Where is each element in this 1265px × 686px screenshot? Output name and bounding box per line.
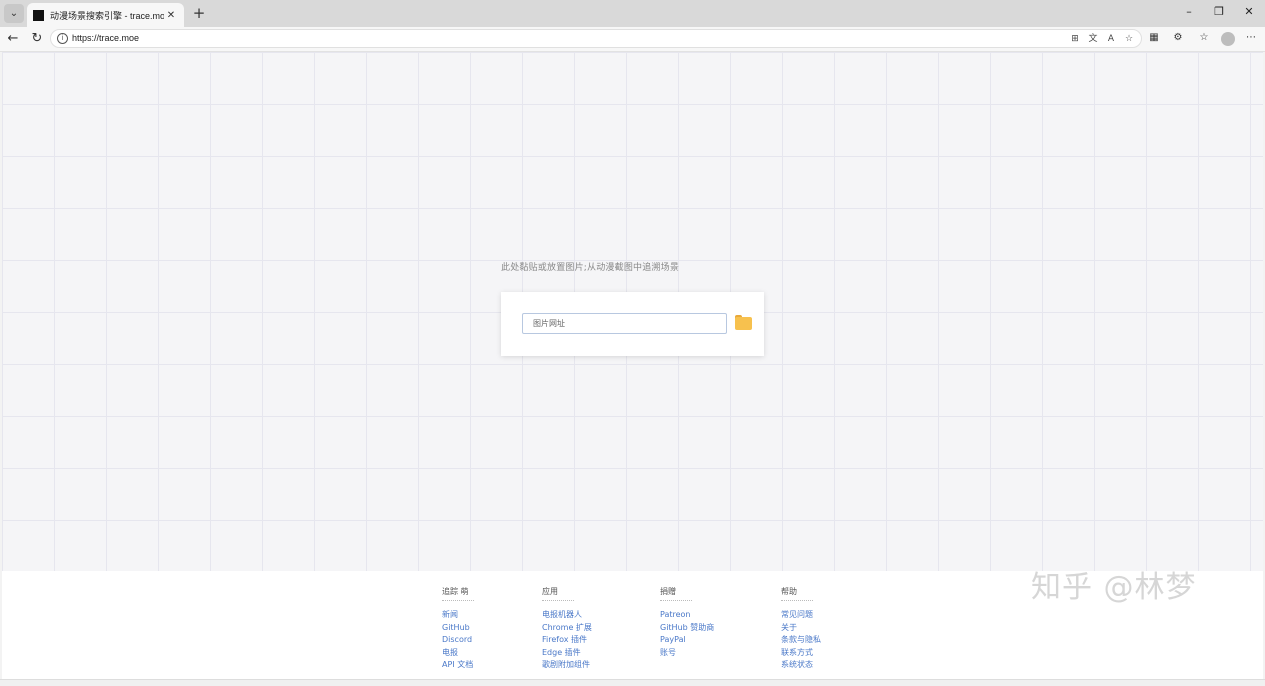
footer-link[interactable]: 新闻 xyxy=(442,609,474,622)
title-bar: ⌄ 动漫场景搜索引擎 - trace.moe ✕ + – ❐ ✕ xyxy=(0,0,1265,27)
search-card xyxy=(501,292,764,356)
back-button[interactable]: ← xyxy=(4,30,22,48)
image-url-input[interactable] xyxy=(522,313,727,334)
new-tab-button[interactable]: + xyxy=(190,4,208,22)
footer-link[interactable]: 系统状态 xyxy=(781,659,821,672)
profile-avatar[interactable] xyxy=(1221,32,1235,46)
footer-column-apps: 应用 电报机器人 Chrome 扩展 Firefox 插件 Edge 插件 歌剧… xyxy=(542,579,592,672)
footer-link[interactable]: 联系方式 xyxy=(781,647,821,660)
close-window-button[interactable]: ✕ xyxy=(1241,5,1257,18)
maximize-button[interactable]: ❐ xyxy=(1211,5,1227,18)
tab-actions-menu-button[interactable]: ⌄ xyxy=(4,4,24,23)
footer-column-donate: 捐赠 Patreon GitHub 赞助商 PayPal 账号 xyxy=(660,579,714,659)
footer-link[interactable]: Chrome 扩展 xyxy=(542,622,592,635)
trace-moe-favicon-icon xyxy=(33,9,44,21)
arrow-left-icon: ← xyxy=(7,31,19,46)
app-available-icon[interactable]: ⊞ xyxy=(1068,33,1082,46)
more-options-icon[interactable]: ⋯ xyxy=(1243,30,1259,45)
zhihu-watermark: 知乎 @林梦 xyxy=(1031,570,1197,605)
site-info-icon[interactable]: i xyxy=(57,33,68,44)
navigation-bar: ← ↻ i https://trace.moe ⊞ 文 A ☆ ▦ ⚙ ☆ ⋯ xyxy=(0,27,1265,52)
footer-column-title: 追踪 萌 xyxy=(442,586,474,601)
chevron-down-icon: ⌄ xyxy=(9,8,19,19)
favorites-icon[interactable]: ☆ xyxy=(1196,30,1212,45)
footer-link[interactable]: API 文档 xyxy=(442,659,474,672)
tab-trace-moe[interactable]: 动漫场景搜索引擎 - trace.moe ✕ xyxy=(27,3,184,27)
footer-link[interactable]: Edge 插件 xyxy=(542,647,592,660)
favorite-star-icon[interactable]: ☆ xyxy=(1122,33,1136,46)
refresh-button[interactable]: ↻ xyxy=(28,30,46,48)
minimize-button[interactable]: – xyxy=(1181,5,1197,18)
footer-link[interactable]: 关于 xyxy=(781,622,821,635)
footer-link[interactable]: GitHub xyxy=(442,622,474,635)
footer-link[interactable]: 条款与隐私 xyxy=(781,634,821,647)
folder-icon[interactable] xyxy=(735,315,752,330)
footer-link[interactable]: Discord xyxy=(442,634,474,647)
footer-link[interactable]: GitHub 赞助商 xyxy=(660,622,714,635)
footer-link[interactable]: 电报 xyxy=(442,647,474,660)
address-bar[interactable]: i https://trace.moe ⊞ 文 A ☆ xyxy=(50,29,1142,48)
footer-column-help: 帮助 常见问题 关于 条款与隐私 联系方式 系统状态 xyxy=(781,579,821,672)
footer-link[interactable]: Firefox 插件 xyxy=(542,634,592,647)
read-aloud-icon[interactable]: A xyxy=(1104,33,1118,46)
footer-column-title: 帮助 xyxy=(781,586,813,601)
footer-column-title: 应用 xyxy=(542,586,574,601)
extensions-puzzle-icon[interactable]: ⚙ xyxy=(1170,30,1186,45)
footer-column-title: 捐赠 xyxy=(660,586,692,601)
translate-icon[interactable]: 文 xyxy=(1086,33,1100,46)
footer-link[interactable]: 常见问题 xyxy=(781,609,821,622)
plus-icon: + xyxy=(192,4,206,22)
address-url: https://trace.moe xyxy=(72,33,140,43)
tab-title: 动漫场景搜索引擎 - trace.moe xyxy=(50,10,164,21)
footer-link[interactable]: PayPal xyxy=(660,634,714,647)
tab-close-icon[interactable]: ✕ xyxy=(164,10,178,21)
footer-column-trace: 追踪 萌 新闻 GitHub Discord 电报 API 文档 xyxy=(442,579,474,672)
footer-link[interactable]: 电报机器人 xyxy=(542,609,592,622)
refresh-icon: ↻ xyxy=(31,31,43,46)
footer-link[interactable]: 歌剧附加组件 xyxy=(542,659,592,672)
paste-drop-prompt: 此处黏贴或放置图片;从动漫截图中追溯场景 xyxy=(501,263,680,273)
extension-icon[interactable]: ▦ xyxy=(1146,30,1162,45)
footer-link[interactable]: Patreon xyxy=(660,609,714,622)
footer-link[interactable]: 账号 xyxy=(660,647,714,660)
